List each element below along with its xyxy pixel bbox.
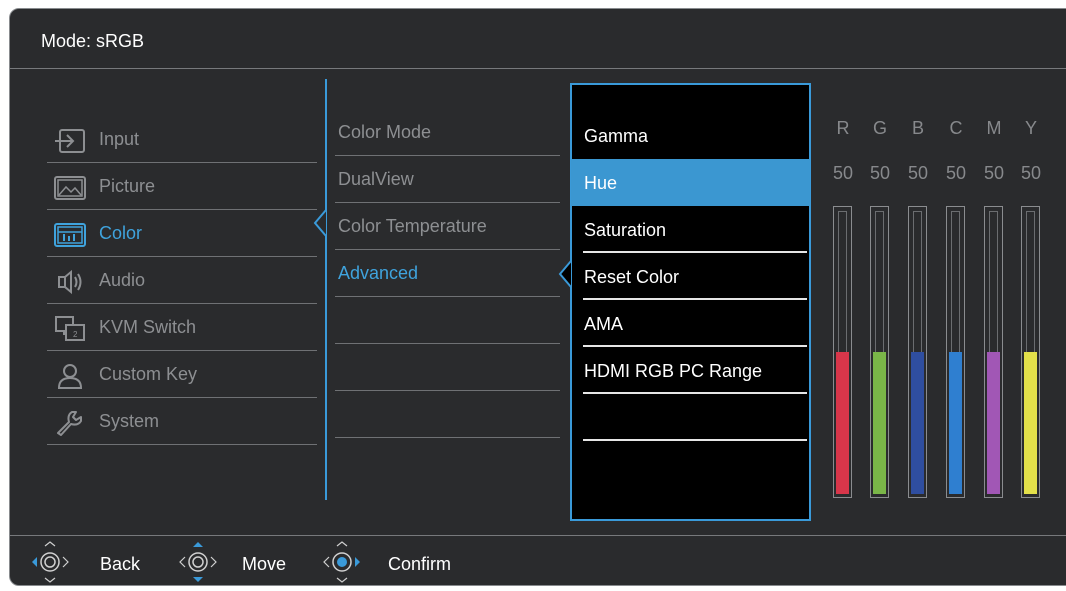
column-divider — [325, 79, 327, 500]
option-label: HDMI RGB PC Range — [584, 361, 763, 381]
hint-back[interactable]: Back — [30, 540, 160, 584]
submenu-empty-row — [335, 391, 560, 438]
level-bar-b[interactable] — [908, 206, 927, 498]
joystick-left-icon — [32, 541, 69, 583]
menu-item-picture[interactable]: Picture — [47, 163, 317, 210]
hint-confirm-label: Confirm — [388, 554, 452, 574]
option-ama[interactable]: AMA — [583, 300, 807, 347]
submenu-item-color-temperature[interactable]: Color Temperature — [335, 203, 560, 250]
channel-letter-b: B — [911, 118, 924, 138]
channel-letter-m: M — [986, 118, 1002, 138]
chevron-left-icon — [558, 260, 572, 288]
option-saturation[interactable]: Saturation — [583, 206, 807, 253]
submenu-item-label: Advanced — [338, 263, 419, 283]
option-hdmi-rgb-pc-range[interactable]: HDMI RGB PC Range — [583, 347, 807, 394]
bar-fill — [949, 352, 962, 494]
kvm-switch-icon: 2 — [55, 316, 85, 341]
option-reset-color[interactable]: Reset Color — [583, 253, 807, 300]
footer-hints: Back Move Confirm — [10, 535, 1066, 585]
mode-label: Mode: sRGB — [41, 31, 145, 51]
bar-fill — [873, 352, 886, 494]
chevron-left-icon — [313, 209, 327, 237]
menu-item-color[interactable]: Color — [47, 210, 317, 257]
option-gamma[interactable]: Gamma — [583, 112, 807, 159]
option-label: Gamma — [584, 126, 649, 146]
channel-value-c: 50 — [945, 163, 967, 183]
channel-letter-r: R — [836, 118, 850, 138]
channel-value-y: 50 — [1020, 163, 1042, 183]
submenu-empty-row — [335, 297, 560, 344]
channel-value-b: 50 — [907, 163, 929, 183]
level-bar-r[interactable] — [833, 206, 852, 498]
submenu-item-advanced[interactable]: Advanced — [335, 250, 560, 297]
color-icon — [54, 223, 86, 247]
option-empty — [583, 394, 807, 441]
speaker-icon — [58, 269, 82, 295]
osd-menu: Mode: sRGB Input Picture Color Audio 2 K… — [9, 8, 1066, 586]
submenu-empty-row — [335, 344, 560, 391]
menu-item-audio[interactable]: Audio — [47, 257, 317, 304]
channel-letter-y: Y — [1024, 118, 1037, 138]
submenu-item-color-mode[interactable]: Color Mode — [335, 109, 560, 156]
hint-move-label: Move — [242, 554, 287, 574]
menu-item-label: KVM Switch — [99, 317, 197, 337]
bar-fill — [836, 352, 849, 494]
title-bar: Mode: sRGB — [10, 9, 1066, 69]
menu-item-custom-key[interactable]: Custom Key — [47, 351, 317, 398]
wrench-icon — [57, 411, 82, 436]
bar-fill — [987, 352, 1000, 494]
level-bar-y[interactable] — [1021, 206, 1040, 498]
menu-item-input[interactable]: Input — [47, 116, 317, 163]
hint-move[interactable]: Move — [178, 540, 308, 584]
option-label: Saturation — [584, 220, 667, 240]
hint-confirm[interactable]: Confirm — [322, 540, 482, 584]
channel-letter-c: C — [949, 118, 963, 138]
person-icon — [57, 364, 83, 389]
option-hue[interactable]: Hue — [571, 159, 810, 206]
menu-item-system[interactable]: System — [47, 398, 317, 445]
advanced-panel: Gamma Hue Saturation Reset Color AMA HDM… — [570, 83, 811, 521]
option-label: Reset Color — [584, 267, 680, 287]
bar-fill — [1024, 352, 1037, 494]
joystick-updown-icon — [179, 542, 217, 582]
level-bar-c[interactable] — [946, 206, 965, 498]
menu-item-label: Picture — [99, 176, 156, 196]
picture-icon — [54, 176, 86, 200]
level-bar-g[interactable] — [870, 206, 889, 498]
level-bar-m[interactable] — [984, 206, 1003, 498]
input-icon — [55, 129, 85, 153]
separator — [583, 439, 807, 441]
option-label: Hue — [584, 173, 618, 193]
menu-item-label: Audio — [99, 270, 146, 290]
menu-item-label: Custom Key — [99, 364, 198, 384]
submenu-item-label: Color Mode — [338, 122, 432, 142]
channel-value-m: 50 — [983, 163, 1005, 183]
menu-item-label: Color — [99, 223, 143, 243]
submenu-item-label: Color Temperature — [338, 216, 487, 236]
submenu-item-label: DualView — [338, 169, 414, 189]
svg-text:2: 2 — [73, 330, 78, 339]
bar-fill — [911, 352, 924, 494]
hint-back-label: Back — [100, 554, 141, 574]
option-label: AMA — [584, 314, 624, 334]
joystick-press-icon — [323, 541, 360, 583]
menu-item-label: System — [99, 411, 160, 431]
channel-value-g: 50 — [869, 163, 891, 183]
menu-item-label: Input — [99, 129, 140, 149]
menu-item-kvm-switch[interactable]: 2 KVM Switch — [47, 304, 317, 351]
submenu-item-dualview[interactable]: DualView — [335, 156, 560, 203]
channel-letter-g: G — [872, 118, 887, 138]
channel-value-r: 50 — [832, 163, 854, 183]
